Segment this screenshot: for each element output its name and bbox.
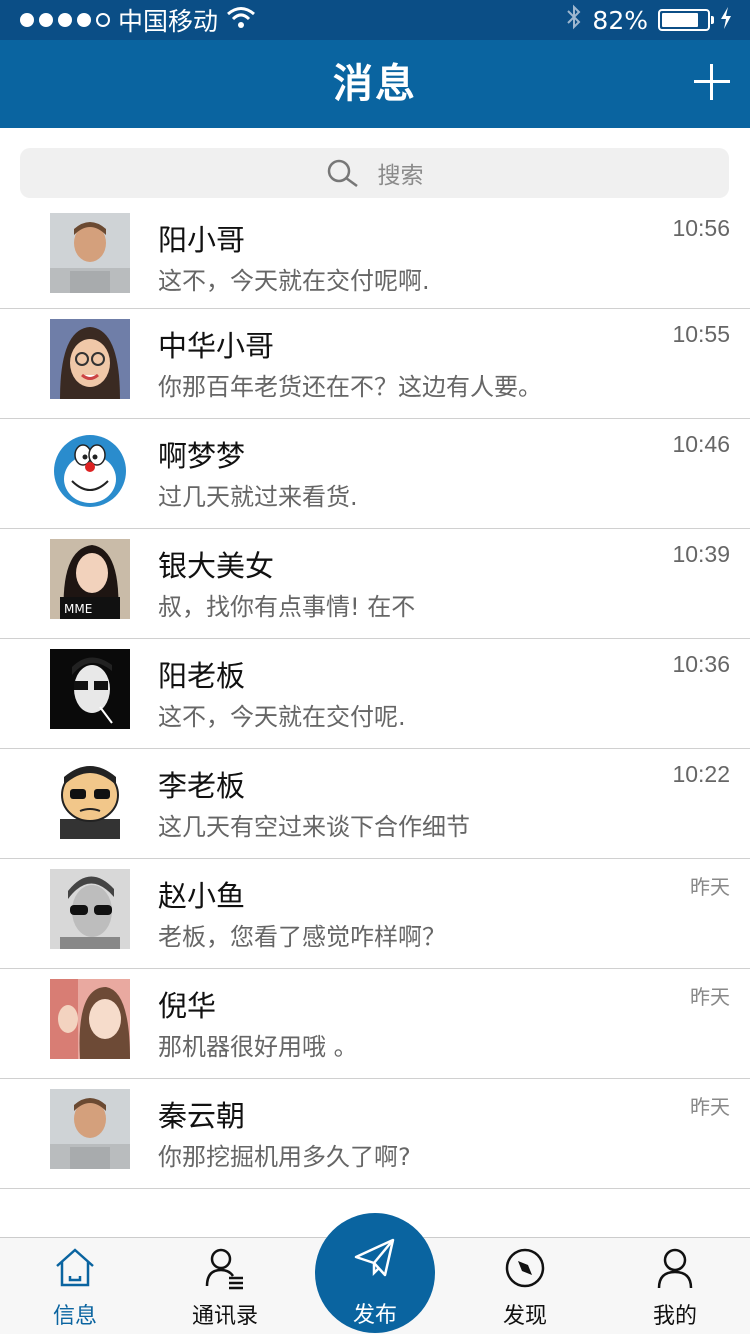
battery-percent: 82% [592,5,648,35]
search-bar[interactable]: 搜索 [20,148,729,198]
bluetooth-icon [566,4,582,36]
tab-discover[interactable]: 发现 [450,1238,600,1335]
message-time: 10:36 [672,651,730,677]
conversation-row[interactable]: 赵小鱼 老板，您看了感觉咋样啊？ 昨天 [0,859,750,969]
message-preview: 这不，今天就在交付呢. [158,703,406,731]
status-left: 中国移动 [20,0,256,40]
message-preview: 老板，您看了感觉咋样啊？ [158,923,446,951]
search-placeholder: 搜索 [377,163,424,189]
conversation-row[interactable]: 秦云朝 你那挖掘机用多久了啊? 昨天 [0,1079,750,1189]
avatar [50,979,130,1059]
avatar [50,759,130,839]
contact-name: 阳老板 [158,659,246,693]
charging-icon [720,6,732,35]
message-time: 10:39 [672,541,730,567]
add-button[interactable] [694,64,730,100]
avatar [50,429,130,509]
status-bar: 中国移动 82% [0,0,750,40]
contact-name: 秦云朝 [158,1099,246,1133]
message-time: 10:55 [672,321,730,347]
message-preview: 这几天有空过来谈下合作细节 [158,813,470,841]
contact-name: 赵小鱼 [158,879,246,913]
nav-header: 消息 [0,40,750,128]
message-preview: 这不，今天就在交付呢啊. [158,267,430,295]
tab-label: 发现 [502,1304,547,1329]
avatar [50,319,130,399]
battery-icon [658,9,714,31]
paper-plane-icon [354,1238,395,1277]
message-preview: 你那挖掘机用多久了啊? [158,1143,411,1171]
message-preview: 叔，找你有点事情! 在不 [158,593,416,621]
conversation-row[interactable]: MME 银大美女 叔，找你有点事情! 在不 10:39 [0,529,750,639]
message-preview: 过几天就过来看货. [158,483,358,511]
carrier-name: 中国移动 [118,7,219,36]
message-time: 10:46 [672,431,730,457]
contacts-icon [205,1248,243,1290]
conversation-row[interactable]: 啊梦梦 过几天就过来看货. 10:46 [0,419,750,529]
tab-contacts[interactable]: 通讯录 [150,1238,300,1335]
home-icon [56,1248,94,1287]
avatar [50,649,130,729]
contact-name: 中华小哥 [158,329,275,363]
search-icon [327,159,358,188]
avatar [50,1089,130,1169]
profile-icon [657,1248,693,1289]
message-time: 昨天 [690,1097,730,1119]
contact-name: 啊梦梦 [158,439,246,473]
message-time: 10:22 [672,761,730,787]
message-list: 阳小哥 这不，今天就在交付呢啊. 10:56 中华小哥 你那百年老货还在不？这边… [0,203,750,1189]
compass-icon [505,1248,545,1288]
message-time: 昨天 [690,877,730,899]
wifi-icon [226,5,256,35]
tab-mine[interactable]: 我的 [600,1238,750,1335]
avatar [50,213,130,293]
avatar: MME [50,539,130,619]
contact-name: 李老板 [158,769,246,803]
conversation-row[interactable]: 倪华 那机器很好用哦 。 昨天 [0,969,750,1079]
contact-name: 阳小哥 [158,223,246,257]
status-right: 82% [566,0,732,40]
page-title: 消息 [333,61,417,107]
conversation-row[interactable]: 中华小哥 你那百年老货还在不？这边有人要。 10:55 [0,309,750,419]
tab-label: 我的 [652,1304,697,1329]
message-time: 昨天 [690,987,730,1009]
contact-name: 银大美女 [158,549,275,583]
publish-label: 发布 [352,1303,397,1328]
message-preview: 那机器很好用哦 。 [158,1033,358,1061]
contact-name: 倪华 [158,989,217,1023]
tab-label: 信息 [52,1304,97,1329]
conversation-row[interactable]: 阳老板 这不，今天就在交付呢. 10:36 [0,639,750,749]
publish-button[interactable]: 发布 [315,1213,435,1333]
signal-strength-icon [20,13,110,27]
message-preview: 你那百年老货还在不？这边有人要。 [158,373,542,401]
conversation-row[interactable]: 阳小哥 这不，今天就在交付呢啊. 10:56 [0,203,750,309]
avatar [50,869,130,949]
svg-text:MME: MME [64,602,92,616]
message-time: 10:56 [672,215,730,241]
conversation-row[interactable]: 李老板 这几天有空过来谈下合作细节 10:22 [0,749,750,859]
tab-messages[interactable]: 信息 [0,1238,150,1335]
tab-label: 通讯录 [191,1304,258,1329]
